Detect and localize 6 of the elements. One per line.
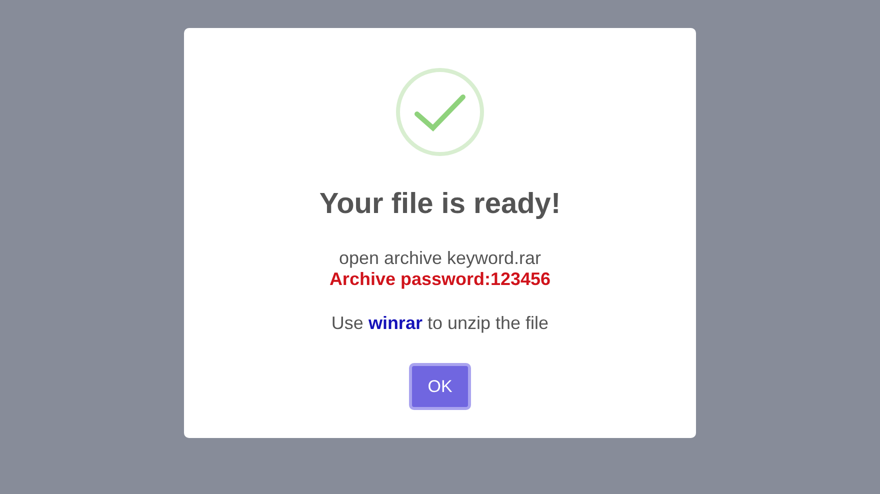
checkmark-icon [396, 68, 484, 156]
password-text: Archive password:123456 [329, 269, 551, 290]
ok-button[interactable]: OK [409, 363, 471, 410]
message-text: open archive keyword.rar [338, 248, 542, 269]
dialog-title: Your file is ready! [319, 187, 561, 222]
hint-text: Use winrar to unzip the file [331, 313, 549, 334]
